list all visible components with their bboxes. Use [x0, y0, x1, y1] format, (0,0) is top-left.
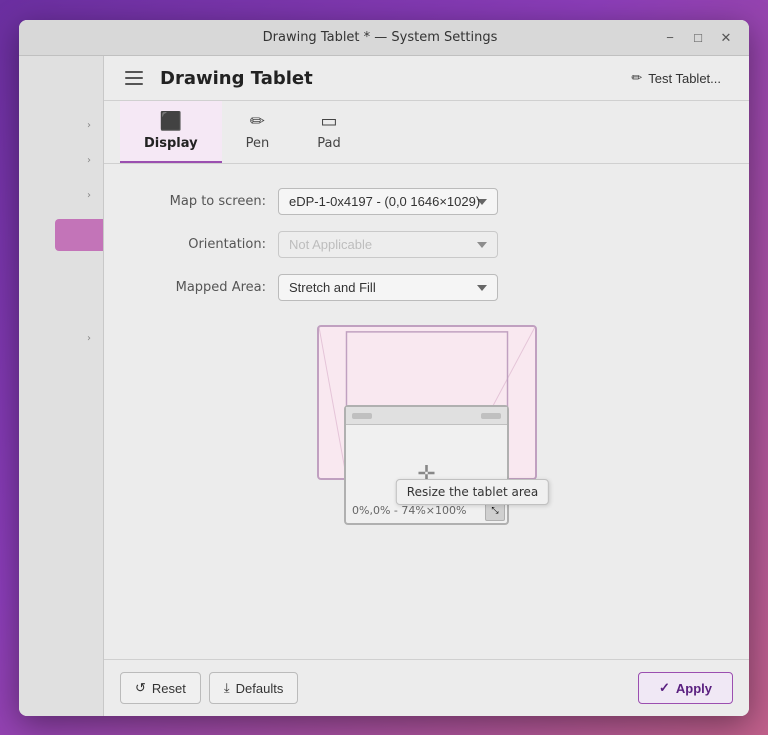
- pad-icon: ▭: [320, 111, 337, 132]
- mapped-area-row: Mapped Area: Stretch and Fill: [136, 274, 717, 301]
- window-body: › › › ›: [19, 56, 749, 716]
- tablet-header: [346, 407, 507, 425]
- sidebar: › › › ›: [19, 56, 104, 716]
- footer-bar: ↺ Reset ⤓ Defaults ✓ Apply: [104, 659, 749, 716]
- map-to-screen-control: eDP-1-0x4197 - (0,0 1646×1029): [278, 188, 498, 215]
- tabs-row: ⬛ Display ✏ Pen ▭ Pad: [104, 101, 749, 164]
- main-window: Drawing Tablet * — System Settings − □ ✕…: [19, 20, 749, 716]
- defaults-button[interactable]: ⤓ Defaults: [209, 672, 298, 704]
- main-header: Drawing Tablet ✏ Test Tablet...: [104, 56, 749, 101]
- mapped-area-label: Mapped Area:: [136, 280, 266, 295]
- mapped-area-dropdown[interactable]: Stretch and Fill: [278, 274, 498, 301]
- maximize-button[interactable]: □: [687, 27, 709, 49]
- orientation-control: Not Applicable: [278, 231, 498, 258]
- display-icon: ⬛: [160, 111, 182, 132]
- hamburger-line: [125, 77, 143, 79]
- preview-area: ✛ 0%,0% - 74%×100% ⤡ Resize the tablet a…: [136, 325, 717, 555]
- minimize-button[interactable]: −: [659, 27, 681, 49]
- sidebar-item-2[interactable]: ›: [19, 145, 103, 176]
- chevron-right-icon: ›: [87, 120, 91, 131]
- sidebar-active-item[interactable]: [19, 219, 103, 251]
- window-controls: − □ ✕: [659, 27, 737, 49]
- tablet-preview: ✛ 0%,0% - 74%×100% ⤡: [344, 405, 509, 525]
- reset-button[interactable]: ↺ Reset: [120, 672, 201, 704]
- resize-icon: ⤡: [491, 506, 498, 516]
- tablet-header-dot-right: [481, 413, 501, 419]
- tab-pen[interactable]: ✏ Pen: [222, 101, 294, 163]
- chevron-right-icon: ›: [87, 155, 91, 166]
- mapped-area-control: Stretch and Fill: [278, 274, 498, 301]
- hamburger-line: [125, 71, 143, 73]
- close-button[interactable]: ✕: [715, 27, 737, 49]
- tablet-header-dot: [352, 413, 372, 419]
- map-to-screen-label: Map to screen:: [136, 194, 266, 209]
- orientation-label: Orientation:: [136, 237, 266, 252]
- map-to-screen-row: Map to screen: eDP-1-0x4197 - (0,0 1646×…: [136, 188, 717, 215]
- sidebar-item-3[interactable]: ›: [19, 180, 103, 211]
- chevron-right-icon: ›: [87, 190, 91, 201]
- pen-icon: ✏: [250, 111, 265, 132]
- test-tablet-button[interactable]: ✏ Test Tablet...: [619, 65, 733, 91]
- map-to-screen-dropdown[interactable]: eDP-1-0x4197 - (0,0 1646×1029): [278, 188, 498, 215]
- window-title: Drawing Tablet * — System Settings: [101, 30, 659, 45]
- pen-icon: ✏: [631, 70, 642, 86]
- sidebar-item-4[interactable]: ›: [19, 323, 103, 354]
- hamburger-button[interactable]: [120, 64, 148, 92]
- reset-icon: ↺: [135, 680, 146, 696]
- preview-wrapper: ✛ 0%,0% - 74%×100% ⤡ Resize the tablet a…: [317, 325, 537, 555]
- orientation-row: Orientation: Not Applicable: [136, 231, 717, 258]
- settings-area: Map to screen: eDP-1-0x4197 - (0,0 1646×…: [104, 164, 749, 659]
- defaults-icon: ⤓: [224, 680, 230, 696]
- apply-button[interactable]: ✓ Apply: [638, 672, 733, 704]
- orientation-dropdown[interactable]: Not Applicable: [278, 231, 498, 258]
- sidebar-item-1[interactable]: ›: [19, 110, 103, 141]
- header-left: Drawing Tablet: [120, 64, 313, 92]
- active-indicator: [55, 219, 103, 251]
- tab-display[interactable]: ⬛ Display: [120, 101, 222, 163]
- main-content: Drawing Tablet ✏ Test Tablet... ⬛ Displa…: [104, 56, 749, 716]
- check-icon: ✓: [659, 680, 670, 696]
- tab-pad[interactable]: ▭ Pad: [293, 101, 364, 163]
- tablet-coords: 0%,0% - 74%×100%: [352, 504, 466, 517]
- hamburger-line: [125, 83, 143, 85]
- chevron-right-icon: ›: [87, 333, 91, 344]
- page-title: Drawing Tablet: [160, 68, 313, 89]
- footer-left-buttons: ↺ Reset ⤓ Defaults: [120, 672, 298, 704]
- resize-tooltip: Resize the tablet area: [396, 479, 549, 505]
- title-bar: Drawing Tablet * — System Settings − □ ✕: [19, 20, 749, 56]
